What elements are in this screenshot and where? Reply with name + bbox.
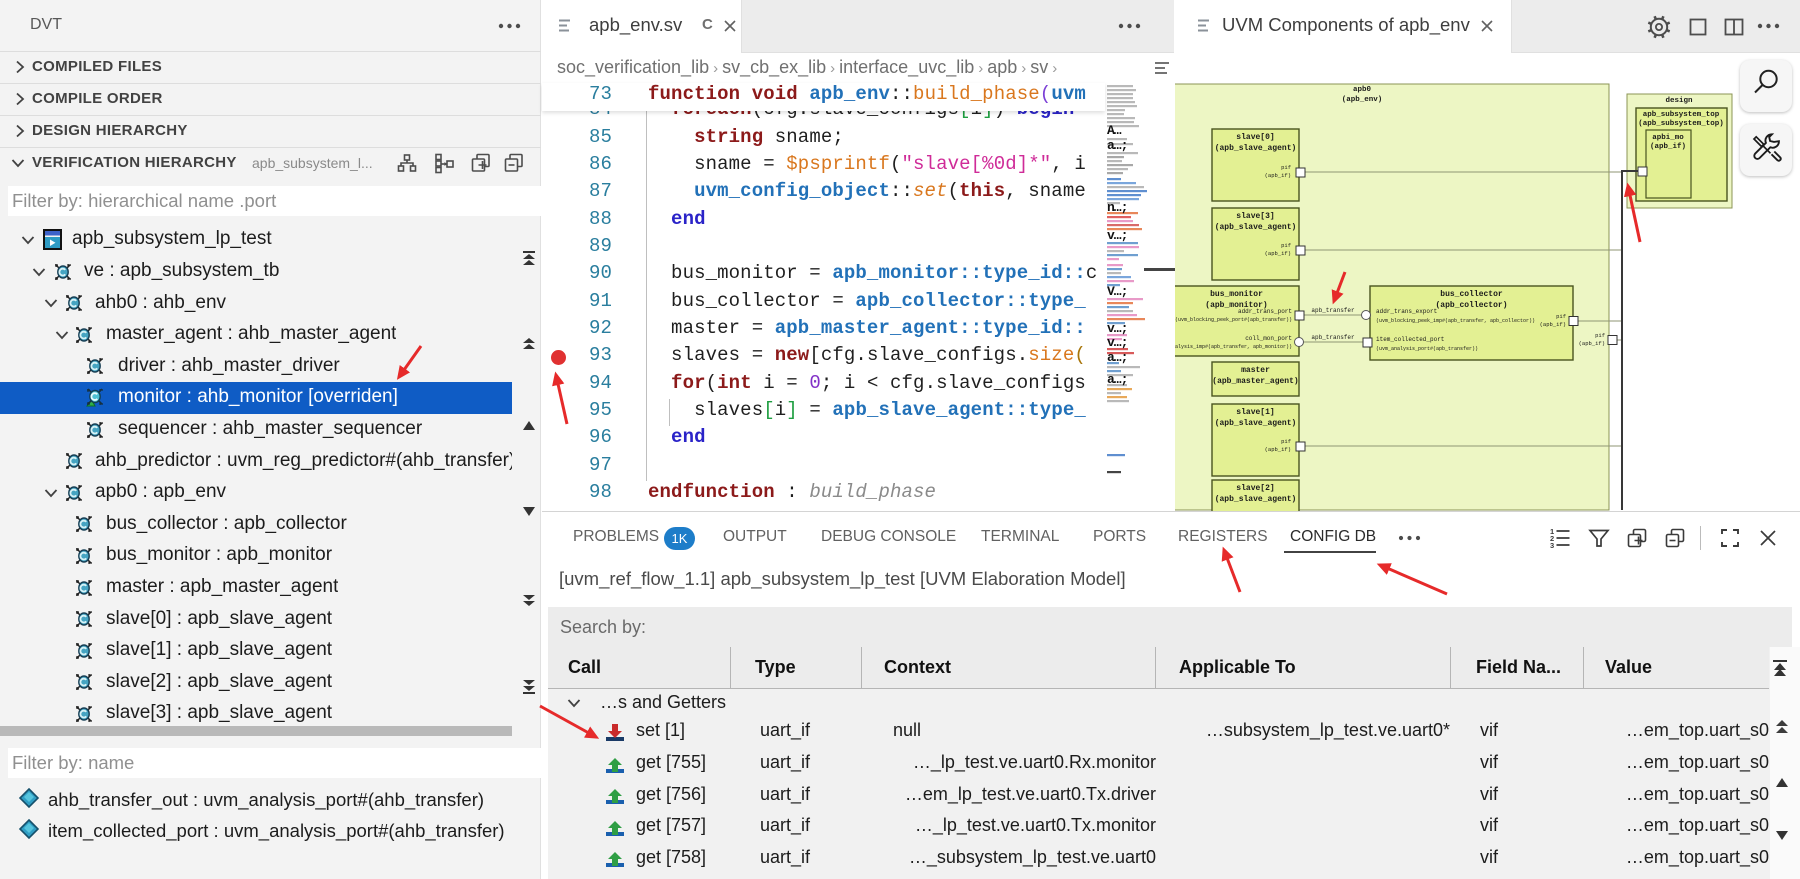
svg-text:(apb_if): (apb_if) <box>1265 250 1291 257</box>
svg-text:item_collected_port: item_collected_port <box>1376 336 1444 343</box>
svg-text:(apb_if): (apb_if) <box>1540 321 1566 328</box>
svg-text:(apb_slave_agent): (apb_slave_agent) <box>1215 495 1297 504</box>
svg-text:(apb_env): (apb_env) <box>1342 96 1383 104</box>
svg-text:pif: pif <box>1281 242 1291 249</box>
svg-text:(apb_collector): (apb_collector) <box>1435 301 1507 310</box>
svg-text:(uvm_blocking_peek_port#(apb_t: (uvm_blocking_peek_port#(apb_transfer)) <box>1175 317 1292 323</box>
svg-text:addr_trans_port: addr_trans_port <box>1238 308 1292 315</box>
svg-text:pif: pif <box>1281 438 1291 445</box>
svg-text:(apb_master_agent): (apb_master_agent) <box>1212 377 1298 386</box>
svg-text:(apb_if): (apb_if) <box>1579 340 1605 347</box>
svg-text:(uvm_analysis_port#(apb_transf: (uvm_analysis_port#(apb_transfer)) <box>1376 346 1478 352</box>
svg-text:apb_transfer: apb_transfer <box>1311 307 1355 314</box>
svg-text:(uvm_analysis_imp#(apb_transfe: (uvm_analysis_imp#(apb_transfer, apb_mon… <box>1175 344 1292 350</box>
svg-text:(uvm_blocking_peek_imp#(apb_tr: (uvm_blocking_peek_imp#(apb_transfer, ap… <box>1376 318 1535 324</box>
svg-text:pif: pif <box>1556 313 1566 320</box>
svg-text:pif: pif <box>1595 332 1605 339</box>
svg-text:design: design <box>1665 97 1693 105</box>
svg-text:(apb_if): (apb_if) <box>1265 446 1291 453</box>
svg-text:(apb_slave_agent): (apb_slave_agent) <box>1215 223 1297 232</box>
svg-text:slave[3]: slave[3] <box>1236 212 1274 221</box>
svg-text:(apb_slave_agent): (apb_slave_agent) <box>1215 419 1297 428</box>
svg-text:pif: pif <box>1281 164 1291 171</box>
svg-text:apb_subsystem_top: apb_subsystem_top <box>1643 111 1720 119</box>
svg-text:coll_mon_port: coll_mon_port <box>1245 335 1292 342</box>
svg-text:(apb_if): (apb_if) <box>1650 143 1686 151</box>
svg-text:apb0: apb0 <box>1353 86 1372 94</box>
svg-text:(apb_if): (apb_if) <box>1265 172 1291 179</box>
svg-text:(apb_subsystem_top): (apb_subsystem_top) <box>1638 120 1724 128</box>
svg-text:bus_collector: bus_collector <box>1440 290 1503 299</box>
svg-text:slave[2]: slave[2] <box>1236 484 1274 493</box>
svg-text:(apb_slave_agent): (apb_slave_agent) <box>1215 144 1297 153</box>
svg-text:bus_monitor: bus_monitor <box>1210 290 1263 299</box>
svg-text:apb_transfer: apb_transfer <box>1311 334 1355 341</box>
svg-text:master: master <box>1241 366 1270 375</box>
svg-text:3: 3 <box>1550 541 1554 550</box>
svg-text:slave[0]: slave[0] <box>1236 133 1274 142</box>
svg-text:apbi_mo: apbi_mo <box>1652 134 1684 142</box>
svg-text:slave[1]: slave[1] <box>1236 408 1274 417</box>
svg-text:addr_trans_export: addr_trans_export <box>1376 308 1437 315</box>
